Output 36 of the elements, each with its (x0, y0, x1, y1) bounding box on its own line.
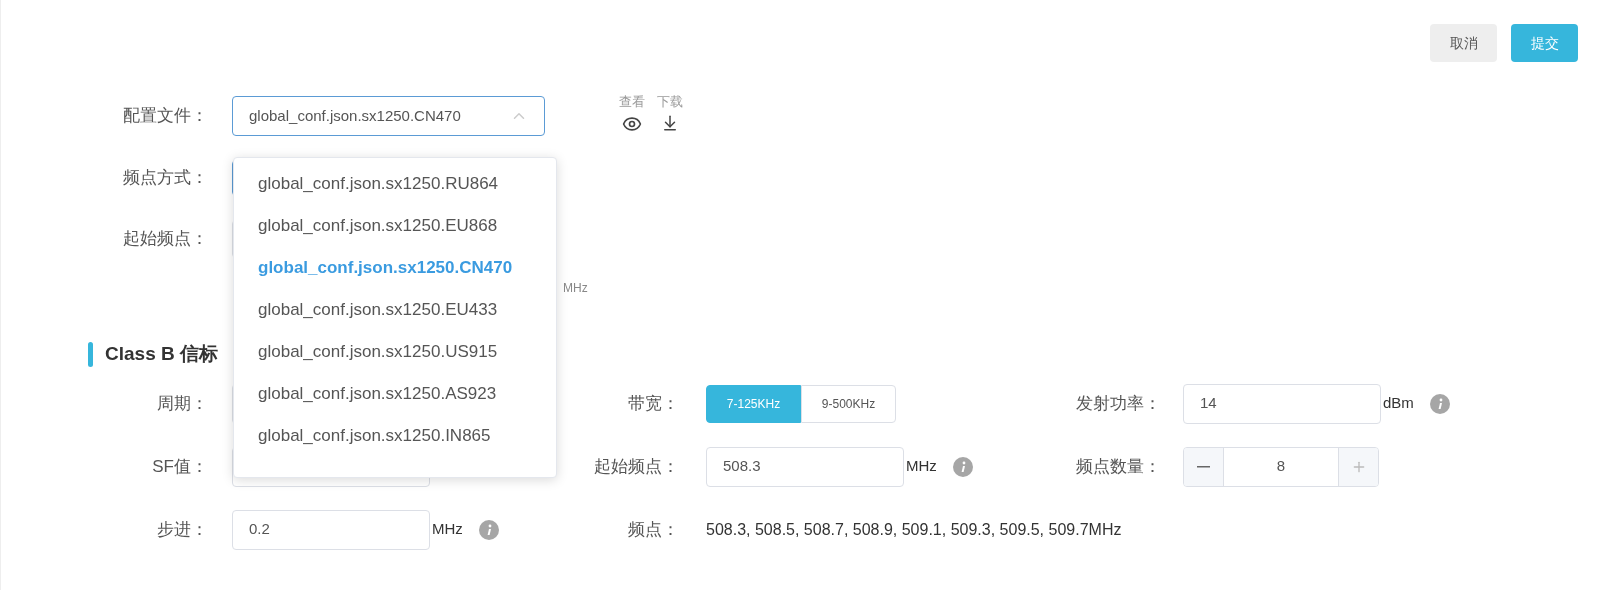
frequency-list: 508.3, 508.5, 508.7, 508.9, 509.1, 509.3, 509.5, 509.7MHz (706, 517, 1122, 542)
field-label: 频点方式： (122, 167, 208, 190)
dropdown-option[interactable]: global_conf.json.sx1250.US915 (234, 331, 556, 373)
field-label: SF值： (151, 455, 208, 478)
config-file-select[interactable]: global_conf.json.sx1250.CN470 (232, 96, 545, 136)
field-label: 起始频点： (593, 455, 679, 478)
dropdown-option[interactable]: global_conf.json.sx1250.AS923 (234, 373, 556, 415)
download-icon[interactable] (661, 113, 679, 132)
input-field[interactable]: 0.2 (232, 509, 430, 550)
field-label: 频点： (627, 518, 679, 541)
field-label: 起始频点： (122, 228, 208, 251)
section-title: Class B 信标 (105, 341, 218, 366)
unit-label: MHz (906, 456, 937, 477)
info-icon[interactable] (952, 456, 973, 477)
download-label: 下载 (657, 93, 683, 112)
section-accent-bar (88, 341, 93, 367)
dropdown-option[interactable]: global_conf.json.sx1250.EU868 (234, 205, 556, 247)
field-label: 周期： (156, 392, 208, 415)
info-icon[interactable] (478, 519, 499, 540)
view-label: 查看 (619, 93, 645, 112)
unit-label: dBm (1383, 393, 1414, 414)
bandwidth-option[interactable]: 9-500KHz (801, 384, 896, 423)
field-label: 步进： (156, 518, 208, 541)
dropdown-option[interactable]: global_conf.json.sx1250.EU433 (234, 289, 556, 331)
field-label: 频点数量： (1075, 455, 1161, 478)
field-label: 带宽： (627, 392, 679, 415)
field-label: 发射功率： (1075, 392, 1161, 415)
dropdown-option[interactable]: global_conf.json.sx1250.RU864 (234, 163, 556, 205)
input-field[interactable]: 508.3 (706, 446, 904, 487)
info-icon[interactable] (1429, 393, 1450, 414)
dropdown-option[interactable]: global_conf.json.sx1250.IN865 (234, 415, 556, 457)
cancel-button[interactable]: 取消 (1430, 24, 1497, 62)
field-label: 配置文件： (122, 105, 208, 128)
input-field[interactable]: 14 (1183, 383, 1381, 424)
unit-label: MHz (432, 519, 463, 540)
unit-label: MHz (563, 280, 588, 297)
